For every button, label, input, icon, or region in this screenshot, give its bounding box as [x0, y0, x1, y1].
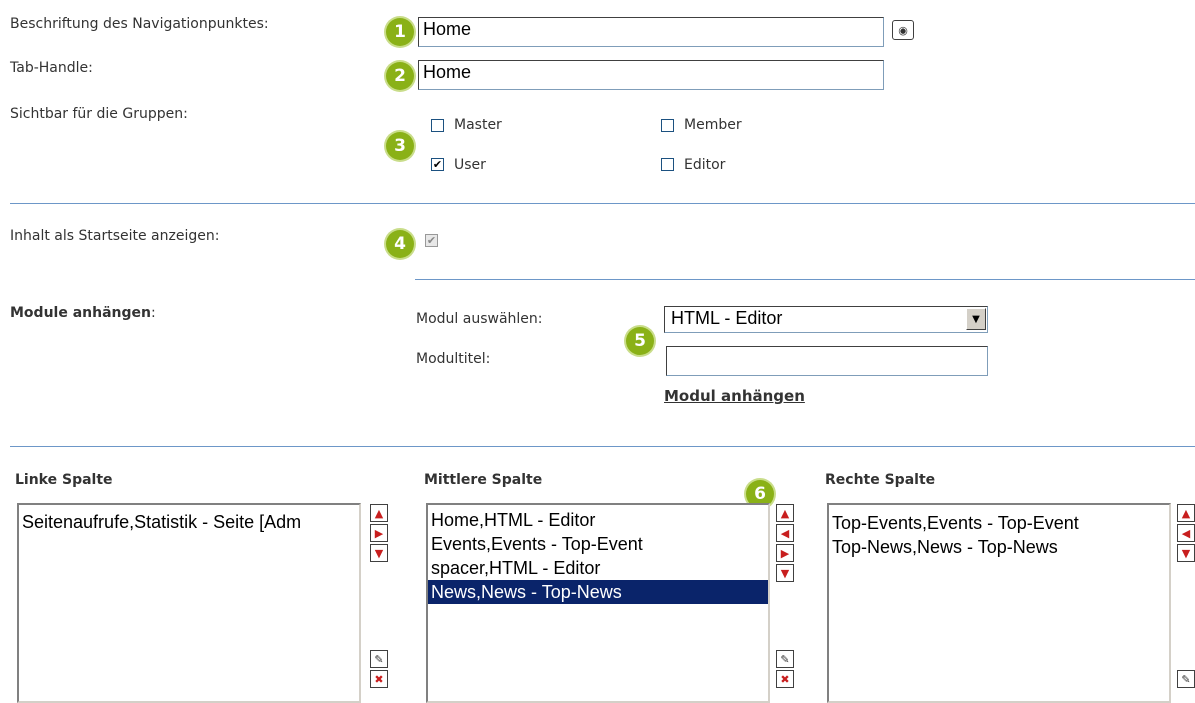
startpage-label: Inhalt als Startseite anzeigen: — [10, 228, 220, 244]
checkbox-startpage[interactable]: ✔ — [425, 234, 438, 247]
module-select-label: Modul auswählen: — [416, 311, 543, 327]
list-item[interactable]: Top-News,News - Top-News — [829, 535, 1169, 559]
checkbox-member[interactable] — [661, 119, 674, 132]
list-item[interactable]: spacer,HTML - Editor — [428, 556, 768, 580]
group-member-label: Member — [684, 117, 742, 133]
move-down-icon[interactable]: ▼ — [776, 564, 794, 582]
marker-4: 4 — [386, 230, 414, 258]
move-up-icon[interactable]: ▲ — [776, 504, 794, 522]
move-down-icon[interactable]: ▼ — [370, 544, 388, 562]
marker-1: 1 — [386, 18, 414, 46]
delete-x-icon[interactable]: ✖ — [776, 670, 794, 688]
middle-column-listbox[interactable]: Home,HTML - Editor Events,Events - Top-E… — [426, 503, 770, 703]
move-up-icon[interactable]: ▲ — [1177, 504, 1195, 522]
group-master-label: Master — [454, 117, 502, 133]
marker-5: 5 — [626, 327, 654, 355]
right-column-header: Rechte Spalte — [825, 472, 936, 488]
dropdown-arrow-icon[interactable]: ▼ — [966, 308, 986, 330]
move-right-icon[interactable]: ▶ — [370, 524, 388, 542]
list-item[interactable]: Top-Events,Events - Top-Event — [829, 511, 1169, 535]
group-editor-label: Editor — [684, 157, 726, 173]
move-left-icon[interactable]: ◀ — [776, 524, 794, 542]
list-item-selected[interactable]: News,News - Top-News — [428, 580, 768, 604]
middle-column-header: Mittlere Spalte — [424, 472, 543, 488]
left-column-listbox[interactable]: Seitenaufrufe,Statistik - Seite [Adm — [17, 503, 361, 703]
right-column-listbox[interactable]: Top-Events,Events - Top-Event Top-News,N… — [827, 503, 1171, 703]
move-left-icon[interactable]: ◀ — [1177, 524, 1195, 542]
marker-3: 3 — [386, 132, 414, 160]
separator — [415, 279, 1195, 280]
module-select[interactable]: HTML - Editor ▼ — [664, 306, 988, 333]
left-column-header: Linke Spalte — [15, 472, 113, 488]
module-select-value: HTML - Editor — [671, 308, 783, 328]
modules-section-label: Module anhängen: — [10, 305, 156, 321]
edit-pencil-icon[interactable]: ✎ — [1177, 670, 1195, 688]
nav-label: Beschriftung des Navigationpunktes: — [10, 16, 269, 32]
edit-pencil-icon[interactable]: ✎ — [776, 650, 794, 668]
edit-pencil-icon[interactable]: ✎ — [370, 650, 388, 668]
list-item[interactable]: Events,Events - Top-Event — [428, 532, 768, 556]
nav-label-input[interactable]: Home — [418, 17, 884, 47]
marker-2: 2 — [386, 62, 414, 90]
group-user-label: User — [454, 157, 486, 173]
checkbox-editor[interactable] — [661, 158, 674, 171]
list-item[interactable]: Home,HTML - Editor — [428, 508, 768, 532]
separator — [10, 203, 1195, 204]
groups-label: Sichtbar für die Gruppen: — [10, 106, 188, 122]
module-title-label: Modultitel: — [416, 351, 491, 367]
move-right-icon[interactable]: ▶ — [776, 544, 794, 562]
separator — [10, 446, 1195, 447]
list-item[interactable]: Seitenaufrufe,Statistik - Seite [Adm — [19, 510, 359, 534]
tab-handle-input[interactable]: Home — [418, 60, 884, 90]
move-up-icon[interactable]: ▲ — [370, 504, 388, 522]
preview-eye-icon[interactable]: ◉ — [892, 20, 914, 40]
move-down-icon[interactable]: ▼ — [1177, 544, 1195, 562]
attach-module-link[interactable]: Modul anhängen — [664, 387, 805, 405]
module-title-input[interactable] — [666, 346, 988, 376]
checkbox-user[interactable]: ✔ — [431, 158, 444, 171]
checkbox-master[interactable] — [431, 119, 444, 132]
tab-handle-label: Tab-Handle: — [10, 60, 93, 76]
delete-x-icon[interactable]: ✖ — [370, 670, 388, 688]
